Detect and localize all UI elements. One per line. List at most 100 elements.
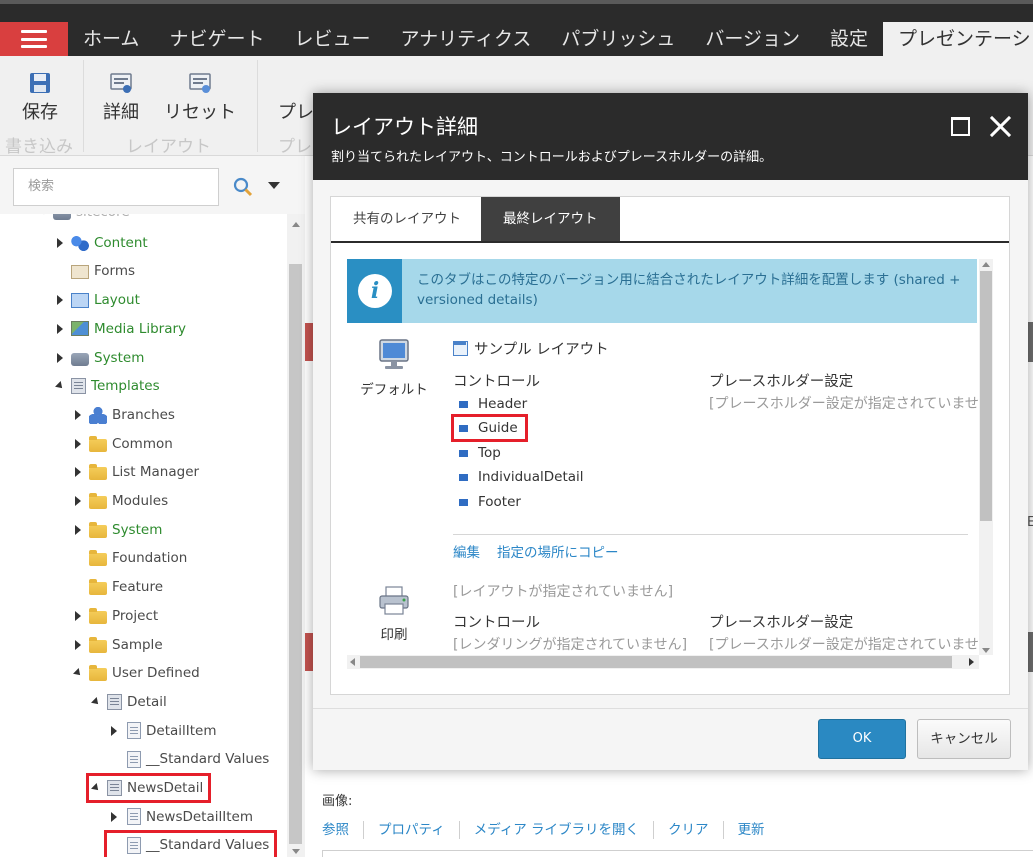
expand-icon[interactable] <box>108 720 122 742</box>
collapse-icon[interactable] <box>72 662 86 684</box>
preview-button[interactable]: プレ <box>278 98 318 124</box>
tree-node[interactable]: Media Library <box>54 318 186 340</box>
device-print[interactable]: 印刷 <box>349 585 439 643</box>
tree-node[interactable]: Templates <box>54 375 160 397</box>
section-marker <box>305 323 313 361</box>
save-button[interactable]: 保存 <box>20 72 60 124</box>
expand-icon[interactable] <box>72 461 86 483</box>
open-media-library-link[interactable]: メディア ライブラリを開く <box>458 821 653 839</box>
scroll-up-icon[interactable] <box>982 262 990 267</box>
tab-shared-layout[interactable]: 共有のレイアウト <box>331 197 483 241</box>
hamburger-menu-button[interactable] <box>0 22 68 56</box>
copy-to-link[interactable]: 指定の場所にコピー <box>497 541 619 561</box>
menu-versions[interactable]: バージョン <box>690 22 815 56</box>
tree-node[interactable]: System <box>54 347 144 369</box>
collapse-icon[interactable] <box>54 375 68 397</box>
tree-node[interactable]: System <box>72 519 162 541</box>
tree-node[interactable]: DetailItem <box>108 720 217 742</box>
tree-node[interactable]: List Manager <box>72 461 199 483</box>
scroll-thumb[interactable] <box>289 264 302 844</box>
control-item[interactable]: Header <box>459 394 527 414</box>
menu-settings[interactable]: 設定 <box>815 22 883 56</box>
panel-vertical-scrollbar[interactable] <box>979 259 993 655</box>
tree-node-label: Common <box>112 435 173 452</box>
menu-presentation[interactable]: プレゼンテーション <box>883 22 1033 56</box>
tree-node[interactable]: Foundation <box>72 547 187 569</box>
tree-node[interactable]: Content <box>54 232 148 254</box>
tree-node[interactable]: __Standard Values <box>108 748 269 770</box>
image-field-box <box>322 850 1033 857</box>
tree-node[interactable]: sitecore <box>36 214 130 223</box>
menu-publish[interactable]: パブリッシュ <box>546 22 690 56</box>
print-placeholder-empty: [プレースホルダー設定が指定されていません] <box>709 637 993 653</box>
control-item[interactable]: Top <box>459 443 501 463</box>
clear-link[interactable]: クリア <box>653 821 723 839</box>
tree-node[interactable]: Sample <box>72 634 163 656</box>
top-strip <box>0 0 1033 4</box>
menu-home[interactable]: ホーム <box>68 22 154 56</box>
close-icon[interactable] <box>989 114 1013 138</box>
sitecore-icon <box>53 214 71 220</box>
tree-node[interactable]: Detail <box>90 691 167 713</box>
tree-node-label: Branches <box>112 406 175 423</box>
maximize-icon[interactable] <box>951 117 970 136</box>
menu-analytics[interactable]: アナリティクス <box>385 22 546 56</box>
tree-node[interactable]: Layout <box>54 289 140 311</box>
tree-node[interactable]: NewsDetail <box>85 773 212 803</box>
control-item-guide[interactable]: Guide <box>451 414 528 442</box>
panel-horizontal-scrollbar[interactable] <box>347 655 979 669</box>
control-item[interactable]: Footer <box>459 492 521 512</box>
scroll-down-icon[interactable] <box>292 849 300 854</box>
tree-node[interactable]: __Standard Values <box>103 830 278 857</box>
search-icon[interactable] <box>232 176 254 198</box>
print-layout-empty: [レイアウトが指定されていません] <box>453 584 674 600</box>
edit-link[interactable]: 編集 <box>453 541 480 561</box>
expand-icon[interactable] <box>72 634 86 656</box>
scroll-up-icon[interactable] <box>292 222 300 227</box>
hamburger-icon <box>21 30 47 48</box>
tab-final-layout[interactable]: 最終レイアウト <box>481 197 620 241</box>
menu-review[interactable]: レビュー <box>279 22 385 56</box>
expand-icon[interactable] <box>108 806 122 828</box>
search-dropdown-icon[interactable] <box>268 182 280 189</box>
tree-node[interactable]: NewsDetailItem <box>108 806 253 828</box>
refresh-link[interactable]: 更新 <box>722 821 779 839</box>
rendering-icon <box>459 498 468 506</box>
ok-button[interactable]: OK <box>818 719 906 759</box>
scroll-right-icon[interactable] <box>969 658 974 666</box>
collapse-icon[interactable] <box>90 691 104 713</box>
expand-icon[interactable] <box>54 347 68 369</box>
expand-icon[interactable] <box>72 433 86 455</box>
scroll-left-icon[interactable] <box>350 658 355 666</box>
default-layout-name[interactable]: サンプル レイアウト <box>453 338 609 359</box>
tree-scrollbar[interactable] <box>287 214 305 857</box>
tree-node[interactable]: Branches <box>72 404 175 426</box>
expand-icon[interactable] <box>72 490 86 512</box>
cancel-button[interactable]: キャンセル <box>917 719 1011 759</box>
expand-icon[interactable] <box>54 289 68 311</box>
collapse-icon[interactable] <box>90 777 104 799</box>
expand-icon[interactable] <box>54 232 68 254</box>
control-item[interactable]: IndividualDetail <box>459 467 584 487</box>
scroll-thumb[interactable] <box>980 271 992 521</box>
tree-node[interactable]: Forms <box>54 260 135 282</box>
expand-icon[interactable] <box>54 318 68 340</box>
search-input[interactable]: 検索 <box>13 168 219 206</box>
tree-node[interactable]: User Defined <box>72 662 200 684</box>
device-default[interactable]: デフォルト <box>349 338 439 398</box>
collapse-icon[interactable] <box>36 214 50 223</box>
expand-icon[interactable] <box>72 605 86 627</box>
tree-node[interactable]: Project <box>72 605 158 627</box>
tree-node[interactable]: Modules <box>72 490 168 512</box>
scroll-thumb[interactable] <box>360 656 952 668</box>
expand-icon[interactable] <box>72 519 86 541</box>
expand-icon[interactable] <box>72 404 86 426</box>
properties-link[interactable]: プロパティ <box>363 821 459 839</box>
reset-button[interactable]: リセット <box>164 72 236 124</box>
browse-link[interactable]: 参照 <box>322 821 363 839</box>
scroll-down-icon[interactable] <box>982 648 990 653</box>
tree-node[interactable]: Feature <box>72 576 163 598</box>
menu-navigate[interactable]: ナビゲート <box>154 22 279 56</box>
tree-node[interactable]: Common <box>72 433 173 455</box>
details-button[interactable]: 詳細 <box>100 72 142 124</box>
